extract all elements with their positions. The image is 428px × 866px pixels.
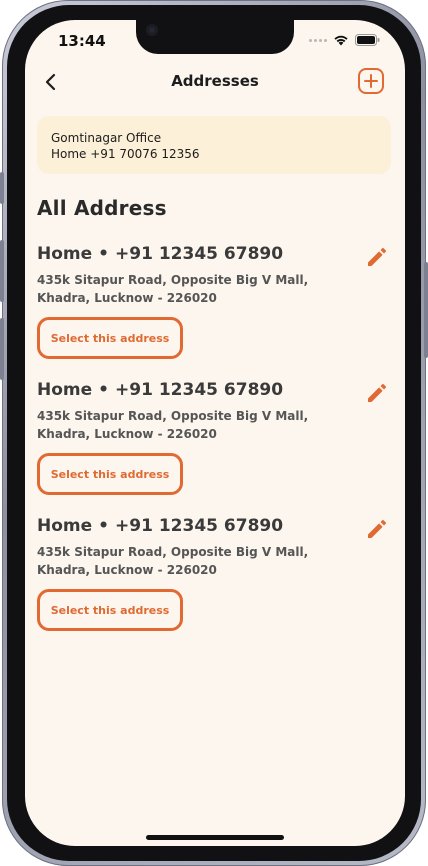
address-heading: Home • +91 12345 67890	[37, 244, 283, 264]
wifi-icon	[334, 35, 348, 46]
volume-down-button	[0, 318, 4, 380]
selected-address-name: Gomtinagar Office	[51, 131, 162, 145]
status-icons	[309, 34, 380, 46]
camera-icon	[146, 24, 158, 36]
edit-address-button[interactable]	[365, 245, 389, 269]
silent-switch	[0, 172, 4, 204]
address-item: Home • +91 12345 67890 435k Sitapur Road, …	[37, 516, 393, 644]
pencil-icon	[368, 248, 386, 266]
address-line-2: Khadra, Lucknow - 226020	[37, 291, 217, 305]
page-title: Addresses	[171, 72, 259, 90]
bullet-separator: •	[98, 244, 110, 264]
address-line-1: 435k Sitapur Road, Opposite Big V Mall,	[37, 273, 309, 287]
add-address-button[interactable]	[358, 68, 384, 94]
select-address-button[interactable]: Select this address	[37, 317, 183, 359]
section-title: All Address	[37, 196, 167, 220]
pencil-icon	[368, 520, 386, 538]
selected-address-phone: Home +91 70076 12356	[51, 147, 200, 161]
select-address-button[interactable]: Select this address	[37, 589, 183, 631]
edit-address-button[interactable]	[365, 381, 389, 405]
notch	[136, 20, 294, 54]
volume-up-button	[0, 240, 4, 302]
address-phone: +91 12345 67890	[115, 380, 284, 400]
address-phone: +91 12345 67890	[115, 516, 284, 536]
signal-icon	[309, 38, 327, 42]
pencil-icon	[368, 384, 386, 402]
address-line-2: Khadra, Lucknow - 226020	[37, 427, 217, 441]
power-button	[424, 262, 428, 358]
address-item: Home • +91 12345 67890 435k Sitapur Road, …	[37, 244, 393, 372]
select-address-button[interactable]: Select this address	[37, 453, 183, 495]
address-line-1: 435k Sitapur Road, Opposite Big V Mall,	[37, 545, 309, 559]
address-line-1: 435k Sitapur Road, Opposite Big V Mall,	[37, 409, 309, 423]
address-heading: Home • +91 12345 67890	[37, 380, 283, 400]
address-label: Home	[37, 244, 93, 264]
address-phone: +91 12345 67890	[115, 244, 284, 264]
edit-address-button[interactable]	[365, 517, 389, 541]
address-item: Home • +91 12345 67890 435k Sitapur Road, …	[37, 380, 393, 508]
bullet-separator: •	[98, 380, 110, 400]
status-time: 13:44	[58, 32, 106, 50]
address-label: Home	[37, 380, 93, 400]
battery-icon	[355, 34, 380, 46]
plus-icon	[364, 74, 378, 88]
home-indicator[interactable]	[146, 835, 284, 840]
bullet-separator: •	[98, 516, 110, 536]
address-label: Home	[37, 516, 93, 536]
app-screen: 13:44 Addresses Gomtinagar Office Home +…	[25, 20, 405, 846]
selected-address-card[interactable]: Gomtinagar Office Home +91 70076 12356	[37, 116, 391, 174]
address-line-2: Khadra, Lucknow - 226020	[37, 563, 217, 577]
address-heading: Home • +91 12345 67890	[37, 516, 283, 536]
